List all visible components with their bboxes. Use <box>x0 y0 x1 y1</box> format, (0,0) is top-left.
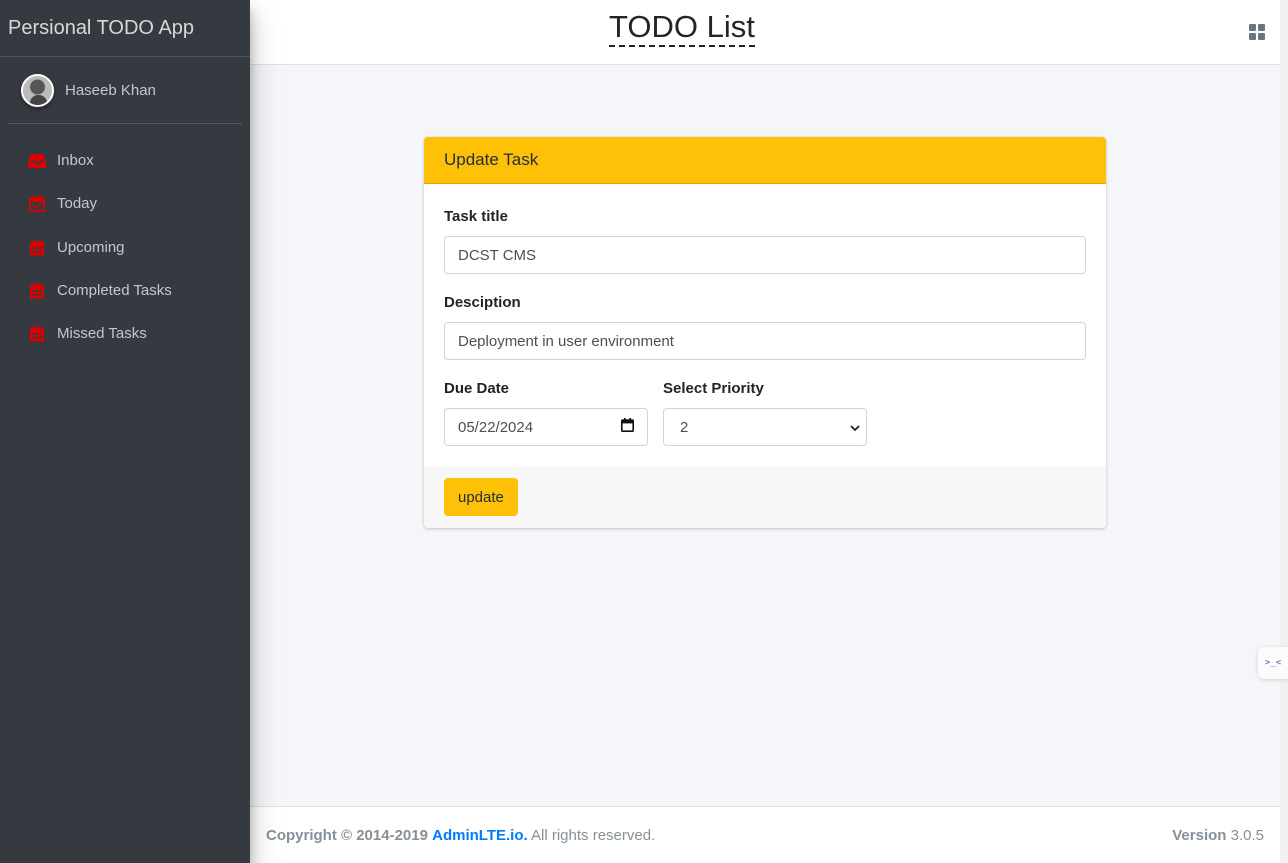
page-title: TODO List <box>609 10 755 47</box>
chevron-down-icon <box>850 419 860 436</box>
page-footer: Copyright © 2014-2019 AdminLTE.io. All r… <box>250 806 1280 863</box>
version-label: Version <box>1172 826 1227 844</box>
version-value: 3.0.5 <box>1230 826 1264 844</box>
due-date-input[interactable]: 05/22/2024 <box>444 408 648 446</box>
sidebar-nav: Inbox Today Upcoming Completed Tasks Mis… <box>0 139 250 355</box>
scrollbar-track[interactable] <box>1280 0 1288 863</box>
copyright-prefix: Copyright © 2014-2019 <box>266 826 428 844</box>
task-title-input[interactable]: DCST CMS <box>444 236 1086 274</box>
description-label: Desciption <box>444 294 521 311</box>
calendar-picker-icon[interactable] <box>621 418 634 436</box>
user-name[interactable]: Haseeb Khan <box>65 82 156 99</box>
sidebar-item-missed-tasks[interactable]: Missed Tasks <box>8 312 242 355</box>
adminlte-link[interactable]: AdminLTE.io. <box>432 827 528 844</box>
update-button[interactable]: update <box>444 478 518 516</box>
update-task-card: Update Task Task title DCST CMS Descipti… <box>424 137 1106 528</box>
grid-cell <box>1249 33 1256 40</box>
brand-link[interactable]: Persional TODO App <box>0 0 250 57</box>
calendar-icon <box>28 325 46 342</box>
widget-glyph: >_< <box>1264 658 1282 668</box>
due-date-group: Due Date 05/22/2024 <box>444 380 663 446</box>
calendar-icon <box>28 239 46 256</box>
task-title-group: Task title DCST CMS <box>444 208 1086 274</box>
due-date-label: Due Date <box>444 380 510 397</box>
user-panel[interactable]: Haseeb Khan <box>8 57 242 124</box>
rights-text: All rights reserved. <box>531 826 656 844</box>
priority-label: Select Priority <box>663 380 764 397</box>
sidebar-item-upcoming[interactable]: Upcoming <box>8 226 242 269</box>
grid-cell <box>1258 24 1265 31</box>
grid-cell <box>1249 24 1256 31</box>
sidebar: Persional TODO App Haseeb Khan Inbox Tod… <box>0 0 250 863</box>
description-group: Desciption Deployment in user environmen… <box>444 294 1086 360</box>
card-title: Update Task <box>424 137 1106 184</box>
calendar-icon <box>28 282 46 299</box>
priority-select[interactable]: 2 <box>663 408 867 446</box>
task-title-label: Task title <box>444 208 508 225</box>
copyright-text: Copyright © 2014-2019 AdminLTE.io. All r… <box>266 827 655 844</box>
sidebar-item-label: Completed Tasks <box>57 282 172 300</box>
sidebar-item-label: Missed Tasks <box>57 325 147 343</box>
inbox-icon <box>28 153 46 169</box>
card-body: Task title DCST CMS Desciption Deploymen… <box>424 184 1106 466</box>
floating-widget-button[interactable]: >_< <box>1258 647 1288 679</box>
grid-cell <box>1258 33 1265 40</box>
task-title-value: DCST CMS <box>458 246 537 264</box>
sidebar-item-label: Inbox <box>57 152 94 170</box>
sidebar-item-label: Today <box>57 195 98 213</box>
card-footer: update <box>424 466 1106 528</box>
priority-value: 2 <box>680 418 689 436</box>
top-navbar: TODO List <box>250 0 1280 65</box>
version-info: Version 3.0.5 <box>1172 827 1264 844</box>
avatar <box>21 73 54 107</box>
sidebar-item-completed-tasks[interactable]: Completed Tasks <box>8 269 242 312</box>
description-value: Deployment in user environment <box>458 332 674 350</box>
description-input[interactable]: Deployment in user environment <box>444 322 1086 360</box>
grid-icon[interactable] <box>1249 24 1265 40</box>
sidebar-item-label: Upcoming <box>57 238 125 256</box>
date-priority-row: Due Date 05/22/2024 Select Priority 2 <box>444 380 1086 446</box>
due-date-value: 05/22/2024 <box>458 418 534 436</box>
sidebar-item-inbox[interactable]: Inbox <box>8 139 242 182</box>
sidebar-item-today[interactable]: Today <box>8 182 242 225</box>
calendar-check-icon <box>28 195 46 213</box>
priority-group: Select Priority 2 <box>663 380 882 446</box>
